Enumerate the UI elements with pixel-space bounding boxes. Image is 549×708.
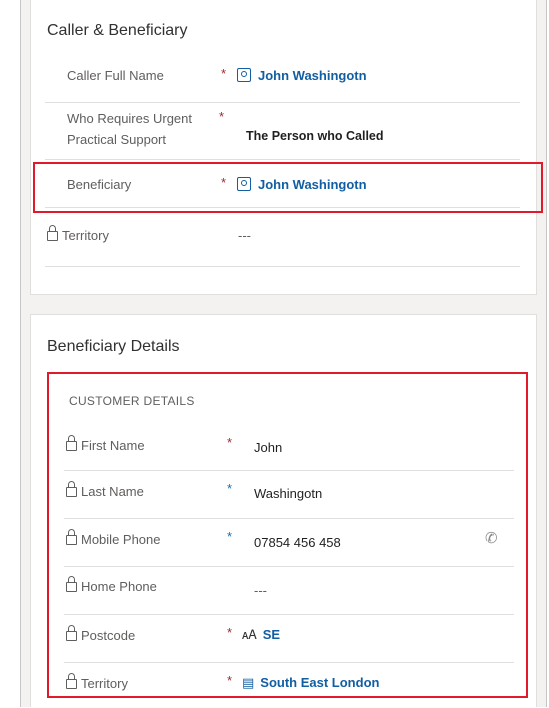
urgent-support-value[interactable]: The Person who Called — [246, 129, 384, 143]
urgent-support-row: Who Requires Urgent Practical Support * … — [45, 103, 520, 160]
territory-row: Territory --- — [45, 212, 520, 267]
field-label: Territory — [47, 225, 109, 246]
section-title: Caller & Beneficiary — [47, 22, 188, 39]
required-indicator: * — [219, 109, 225, 124]
section-title: Beneficiary Details — [47, 338, 180, 355]
field-label: Caller Full Name — [67, 68, 164, 83]
highlight-box-customer-details — [47, 372, 528, 698]
contact-card-icon — [237, 68, 251, 82]
lookup-value[interactable]: John Washingotn — [258, 68, 367, 83]
lock-icon — [47, 225, 58, 241]
required-indicator: * — [221, 66, 227, 81]
field-label-text: Territory — [62, 228, 109, 243]
caller-full-name-row: Caller Full Name * John Washingotn — [45, 55, 520, 103]
highlight-box-beneficiary — [33, 162, 543, 213]
caller-full-name-lookup[interactable]: John Washingotn — [237, 68, 367, 83]
field-label-line2: Practical Support — [67, 132, 166, 147]
territory-value: --- — [238, 228, 251, 243]
field-label-line1: Who Requires Urgent — [67, 111, 192, 126]
caller-beneficiary-section: Caller & Beneficiary Caller Full Name * … — [30, 0, 537, 295]
